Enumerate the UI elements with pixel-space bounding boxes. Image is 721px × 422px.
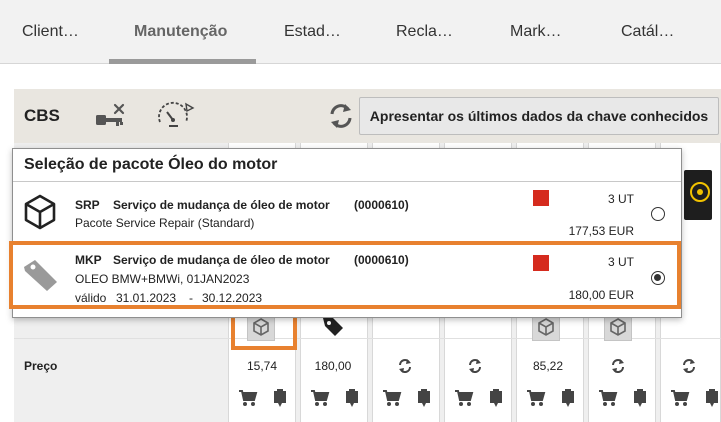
cart-icon[interactable] (310, 388, 330, 413)
selected-option-highlight (9, 241, 681, 309)
refresh-icon[interactable] (681, 358, 697, 379)
price-cell: 85,22 (532, 359, 564, 373)
price-cell: 15,74 (246, 359, 278, 373)
clipboard-icon[interactable] (416, 388, 432, 413)
cart-icon[interactable] (382, 388, 402, 413)
option-radio[interactable] (651, 207, 665, 221)
gauge-icon[interactable] (156, 100, 196, 135)
option-subtitle: Pacote Service Repair (Standard) (75, 216, 255, 230)
key-delete-icon[interactable] (94, 102, 128, 135)
refresh-icon[interactable] (326, 101, 356, 136)
status-thumbnail (684, 170, 712, 220)
option-code: SRP (75, 198, 100, 212)
nav-tab-catalog[interactable]: Catál… (621, 0, 674, 64)
cbs-header: CBS Apresentar os últimos dados da chave… (14, 89, 721, 143)
popup-title: Seleção de pacote Óleo do motor (24, 156, 278, 173)
clipboard-icon[interactable] (560, 388, 576, 413)
cart-icon[interactable] (526, 388, 546, 413)
clipboard-icon[interactable] (272, 388, 288, 413)
nav-tab-clients[interactable]: Client… (22, 0, 79, 64)
cart-icon[interactable] (454, 388, 474, 413)
screen-root: Client… Manutenção Estad… Recla… Mark… C… (0, 0, 721, 422)
package-option-srp[interactable]: SRP Serviço de mudança de óleo de motor … (13, 185, 681, 239)
refresh-icon[interactable] (397, 358, 413, 379)
cart-icon[interactable] (598, 388, 618, 413)
nav-tab-marketing[interactable]: Mark… (510, 0, 562, 64)
price-cell: 180,00 (314, 359, 352, 373)
option-price: 177,53 EUR (568, 224, 634, 238)
package-icon (23, 193, 57, 236)
nav-tab-complaints[interactable]: Recla… (396, 0, 453, 64)
top-navigation: Client… Manutenção Estad… Recla… Mark… C… (0, 0, 721, 64)
clipboard-icon[interactable] (344, 388, 360, 413)
cart-icon[interactable] (670, 388, 690, 413)
nav-tab-maintenance[interactable]: Manutenção (134, 0, 227, 64)
option-number: (0000610) (354, 198, 409, 212)
cbs-label: CBS (24, 106, 60, 125)
refresh-icon[interactable] (610, 358, 626, 379)
popup-divider (13, 181, 681, 182)
clipboard-icon[interactable] (632, 388, 648, 413)
clipboard-icon[interactable] (704, 388, 720, 413)
option-quantity: 3 UT (607, 192, 634, 206)
active-tab-indicator (109, 59, 256, 64)
cart-icon[interactable] (238, 388, 258, 413)
refresh-icon[interactable] (467, 358, 483, 379)
nav-tab-statistics[interactable]: Estad… (284, 0, 341, 64)
clipboard-icon[interactable] (488, 388, 504, 413)
show-last-key-data-button[interactable]: Apresentar os últimos dados da chave con… (359, 97, 719, 135)
price-row-label: Preço (24, 359, 58, 373)
option-description: Serviço de mudança de óleo de motor (113, 198, 330, 212)
status-red-square (533, 190, 549, 206)
